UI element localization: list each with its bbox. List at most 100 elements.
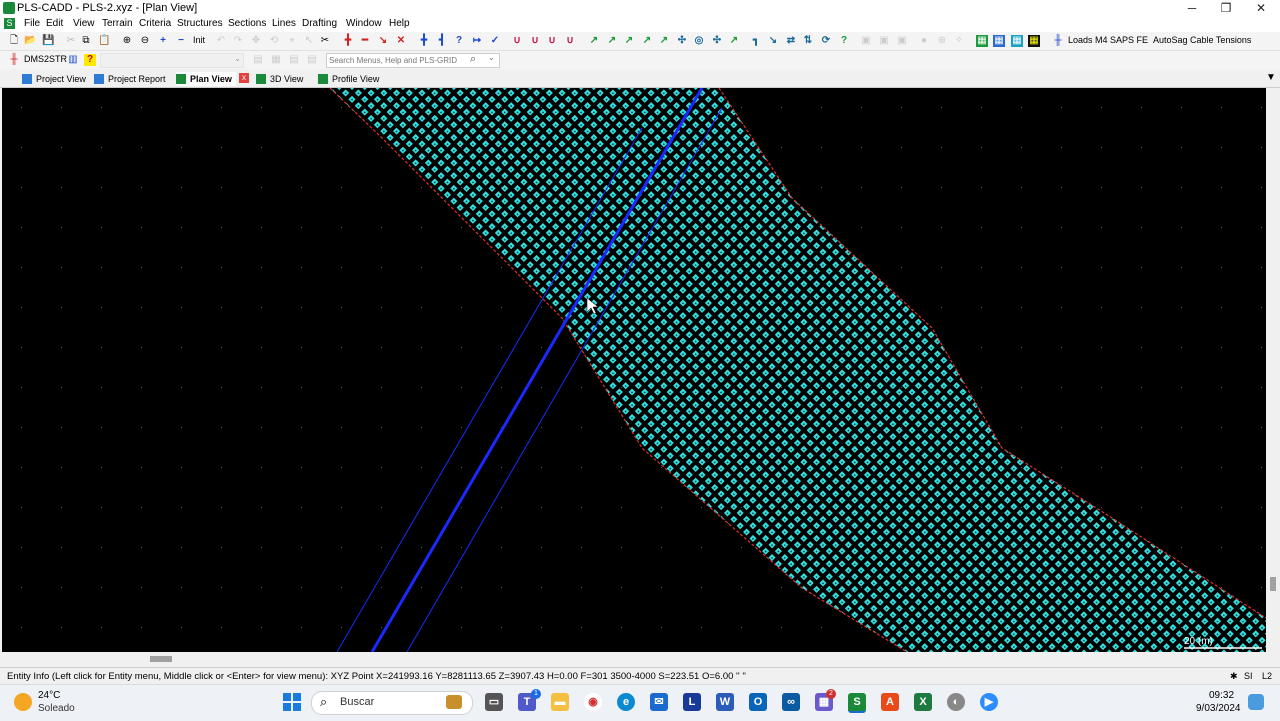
tab-profile-view[interactable]: Profile View [318, 72, 379, 86]
open-folder-icon[interactable]: 📂 [24, 35, 36, 47]
menu-sections[interactable]: Sections [228, 18, 266, 29]
menu-criteria[interactable]: Criteria [139, 18, 171, 29]
terrain-tool-icon-5[interactable]: ↗ [658, 35, 670, 47]
disabled-tool-icon-3[interactable]: ▤ [288, 54, 300, 66]
tabs-dropdown-icon[interactable]: ▼ [1266, 72, 1276, 83]
app-cloud-icon[interactable]: ∞ [782, 693, 800, 711]
report-icon-1[interactable]: ▦ [976, 35, 988, 47]
mail-icon[interactable]: ✉ [650, 693, 668, 711]
task-view-icon[interactable]: ▭ [485, 693, 503, 711]
menu-terrain[interactable]: Terrain [102, 18, 133, 29]
tab-3d-view[interactable]: 3D View [256, 72, 303, 86]
sag-icon-2[interactable]: ∪ [529, 35, 541, 47]
loads-m4-button[interactable]: Loads M4 [1068, 35, 1108, 45]
paste-icon[interactable]: 📋 [98, 35, 110, 47]
drafting-icon-3[interactable]: ⇄ [785, 35, 797, 47]
taskbar-search-box[interactable]: ⌕ Buscar [311, 691, 473, 715]
disabled-tool-icon-4[interactable]: ▤ [306, 54, 318, 66]
zoom-out-icon[interactable]: ⊖ [139, 35, 151, 47]
section-add-icon[interactable]: ╋ [418, 35, 430, 47]
vertical-scroll-thumb[interactable] [1270, 577, 1276, 591]
menu-help[interactable]: Help [389, 18, 410, 29]
copy-icon[interactable]: ⧉ [80, 35, 92, 47]
init-button[interactable]: Init [193, 35, 205, 45]
disabled-icon-5[interactable]: ⊕ [936, 35, 948, 47]
disabled-icon-6[interactable]: ✧ [953, 35, 965, 47]
report-icon-3[interactable]: ▦ [1011, 35, 1023, 47]
drafting-icon-4[interactable]: ⇅ [802, 35, 814, 47]
close-button[interactable]: ✕ [1244, 0, 1278, 17]
menu-lines[interactable]: Lines [272, 18, 296, 29]
section-move-icon[interactable]: ↦ [471, 35, 483, 47]
horizontal-scroll-thumb[interactable] [150, 656, 172, 662]
report-icon-2[interactable]: ▦ [993, 35, 1005, 47]
clock-date[interactable]: 9/03/2024 [1196, 703, 1241, 714]
chrome-icon[interactable]: ◉ [584, 693, 602, 711]
terrain-tool-icon-4[interactable]: ↗ [641, 35, 653, 47]
drafting-icon-6[interactable]: ? [838, 35, 850, 47]
weather-desc[interactable]: Soleado [38, 703, 75, 714]
terrain-tool-icon-7[interactable]: ◎ [693, 35, 705, 47]
plus-icon[interactable]: + [157, 35, 169, 47]
autosag-button[interactable]: AutoSag [1153, 35, 1188, 45]
chart-icon[interactable]: ▥ [67, 54, 79, 66]
tab-project-view[interactable]: Project View [22, 72, 86, 86]
drafting-icon-5[interactable]: ⟳ [820, 35, 832, 47]
maximize-button[interactable]: ❐ [1209, 0, 1243, 17]
edge-icon[interactable]: e [617, 693, 635, 711]
menu-edit[interactable]: Edit [46, 18, 63, 29]
sag-icon-3[interactable]: ∪ [546, 35, 558, 47]
drafting-icon-1[interactable]: ┓ [750, 35, 762, 47]
disabled-icon-4[interactable]: ● [918, 35, 930, 47]
vpn-icon[interactable]: ◐ [947, 693, 965, 711]
structure-remove-icon[interactable]: ✕ [395, 35, 407, 47]
file-explorer-icon[interactable]: ▬ [551, 693, 569, 711]
horizontal-scrollbar[interactable] [0, 653, 1280, 665]
disabled-icon-2[interactable]: ▣ [878, 35, 890, 47]
cut-icon[interactable]: ✂ [65, 35, 77, 47]
dms2str-button[interactable]: DMS2STR [24, 54, 67, 64]
disabled-icon-3[interactable]: ▣ [896, 35, 908, 47]
redo-icon[interactable]: ↷ [232, 35, 244, 47]
terrain-tool-icon-3[interactable]: ↗ [623, 35, 635, 47]
plan-view-canvas[interactable]: 20 (m) [2, 88, 1266, 652]
terrain-tool-icon-1[interactable]: ↗ [588, 35, 600, 47]
search-icon[interactable]: ⌕ [470, 53, 476, 66]
terrain-tool-icon-9[interactable]: ↗ [728, 35, 740, 47]
terrain-tool-icon-6[interactable]: ✣ [676, 35, 688, 47]
menu-window[interactable]: Window [346, 18, 382, 29]
pointer-icon[interactable]: ↖ [303, 35, 315, 47]
tab-project-report[interactable]: Project Report [94, 72, 166, 86]
save-icon[interactable]: 💾 [42, 35, 54, 47]
menu-structures[interactable]: Structures [177, 18, 223, 29]
terrain-tool-icon-2[interactable]: ↗ [606, 35, 618, 47]
structure-move-icon[interactable]: ↘ [377, 35, 389, 47]
disabled-icon-1[interactable]: ▣ [860, 35, 872, 47]
loads-icon[interactable]: ╫ [1052, 35, 1064, 47]
zoom-icon[interactable]: ▶ [980, 693, 998, 711]
menu-drafting[interactable]: Drafting [302, 18, 337, 29]
structure-delete-icon[interactable]: ━ [359, 35, 371, 47]
saps-fe-button[interactable]: SAPS FE [1110, 35, 1148, 45]
clock-time[interactable]: 09:32 [1209, 690, 1234, 701]
copilot-icon[interactable] [1248, 694, 1264, 710]
cable-tensions-button[interactable]: Cable Tensions [1190, 35, 1251, 45]
section-edit-icon[interactable]: ┫ [436, 35, 448, 47]
scissors-icon[interactable]: ✂ [319, 35, 331, 47]
weather-temp[interactable]: 24°C [38, 690, 60, 701]
select-icon[interactable]: ⌖ [286, 35, 298, 47]
disabled-tool-icon-1[interactable]: ▤ [252, 54, 264, 66]
zoom-in-icon[interactable]: ⊕ [121, 35, 133, 47]
dms-icon[interactable]: ╫ [8, 54, 20, 66]
app-menu-icon[interactable]: S [4, 18, 15, 29]
minimize-button[interactable]: ─ [1175, 0, 1209, 17]
rotate-icon[interactable]: ⟲ [268, 35, 280, 47]
windows-start-icon[interactable] [282, 692, 302, 712]
disabled-tool-icon-2[interactable]: ▦ [270, 54, 282, 66]
move-icon[interactable]: ✥ [250, 35, 262, 47]
report-icon-4[interactable]: ▦ [1028, 35, 1040, 47]
menu-view[interactable]: View [73, 18, 95, 29]
weather-sun-icon[interactable] [14, 693, 32, 711]
acrobat-icon[interactable]: A [881, 693, 899, 711]
app-l-icon[interactable]: L [683, 693, 701, 711]
